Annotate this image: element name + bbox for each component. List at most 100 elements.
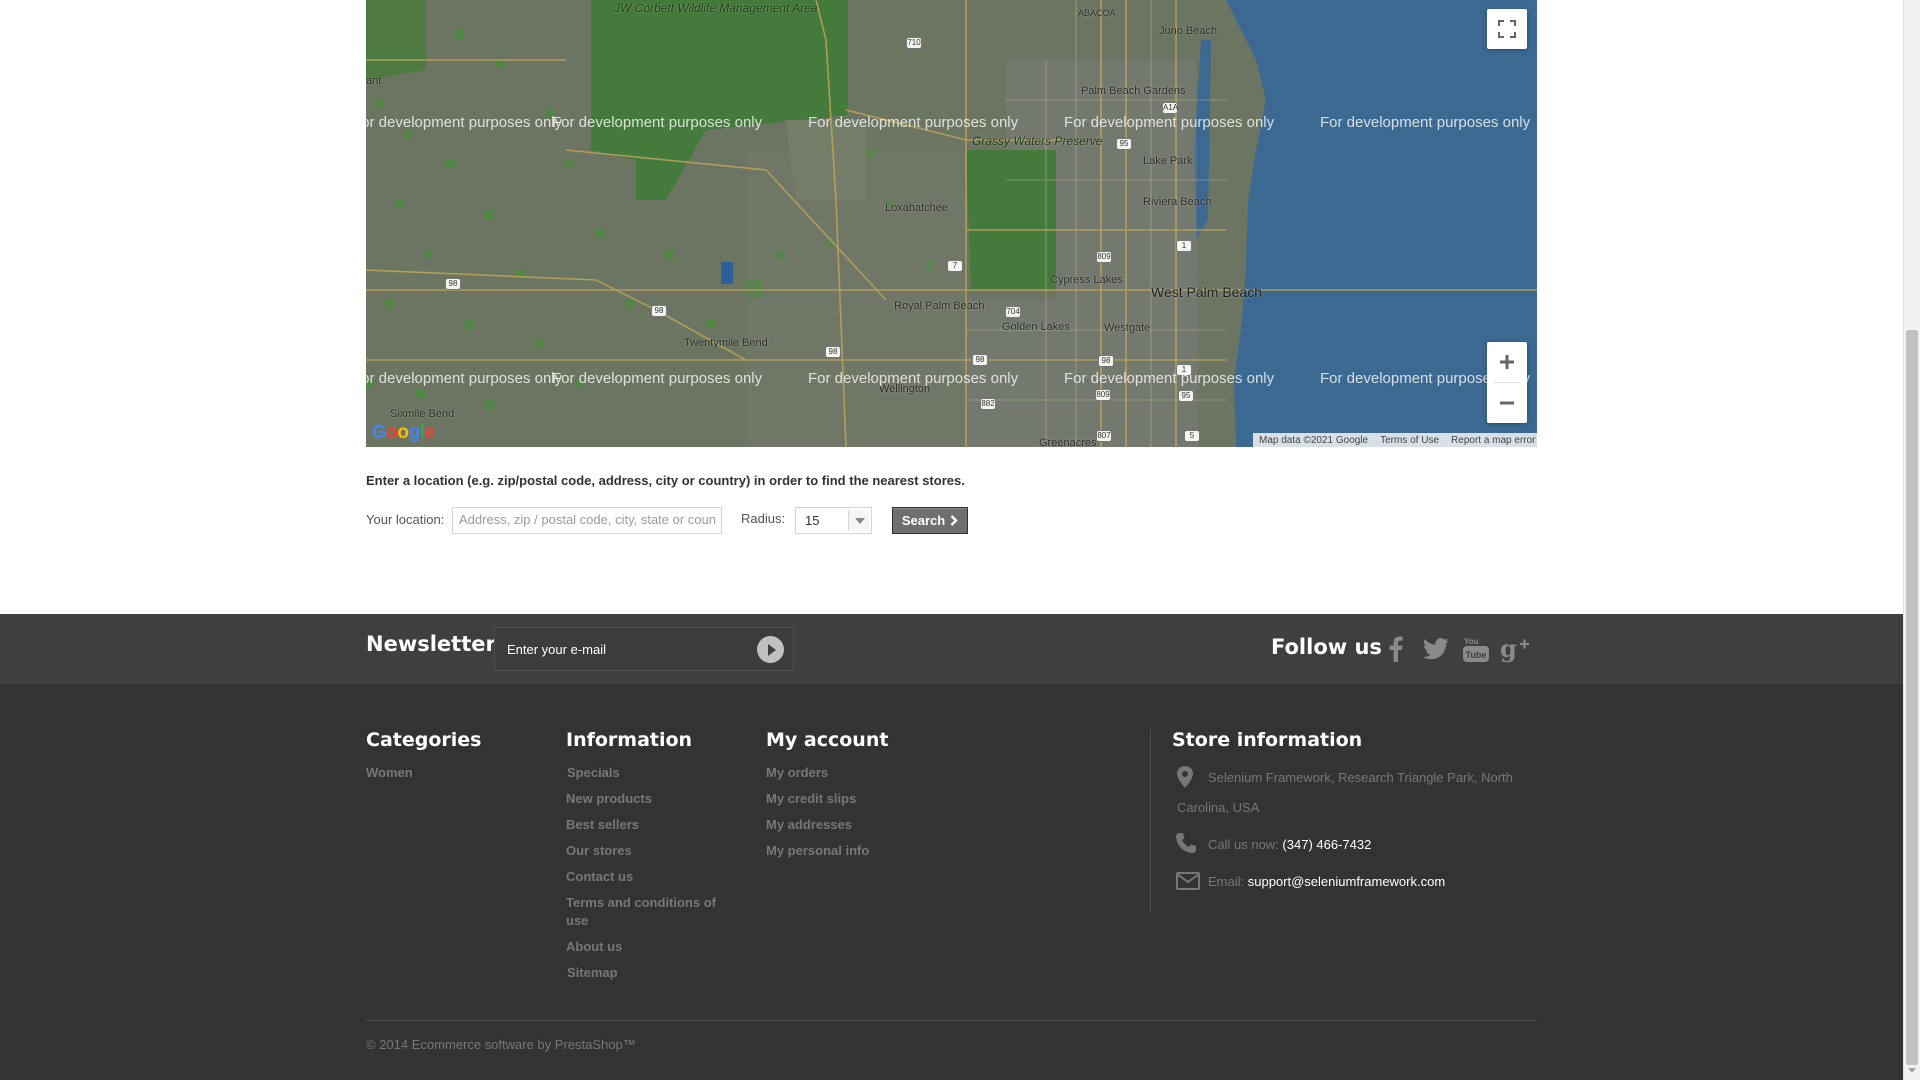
footer-link-women[interactable]: Women bbox=[366, 765, 413, 780]
newsletter-email-input[interactable]: Enter your e-mail bbox=[494, 627, 794, 671]
map-label-twentymile-bend: Twentymile Bend bbox=[684, 337, 768, 349]
footer-link-credit-slips[interactable]: My credit slips bbox=[766, 791, 856, 806]
highway-shield-icon: 98 bbox=[1098, 355, 1114, 367]
newsletter-submit-button[interactable] bbox=[757, 636, 784, 663]
my-account-title[interactable]: My account bbox=[766, 729, 888, 751]
google-logo[interactable]: Google bbox=[372, 422, 435, 444]
footer-link-our-stores[interactable]: Our stores bbox=[566, 843, 632, 858]
fullscreen-button[interactable] bbox=[1487, 9, 1527, 49]
footer-link-about-us[interactable]: About us bbox=[566, 939, 622, 954]
map-label-westgate: Westgate bbox=[1104, 322, 1151, 334]
envelope-icon bbox=[1176, 872, 1200, 890]
page-scrollbar[interactable] bbox=[1903, 0, 1920, 1080]
facebook-link[interactable] bbox=[1381, 634, 1411, 664]
phone-icon bbox=[1176, 833, 1196, 853]
footer-link-addresses[interactable]: My addresses bbox=[766, 817, 852, 832]
plus-icon bbox=[1500, 355, 1514, 369]
store-email[interactable]: support@seleniumframework.com bbox=[1248, 874, 1445, 889]
zoom-in-button[interactable] bbox=[1487, 342, 1527, 382]
footer-divider bbox=[1150, 729, 1151, 912]
dev-watermark: For development purposes only bbox=[808, 114, 1019, 131]
highway-shield-icon: 710 bbox=[906, 37, 922, 49]
youtube-icon: You Tube bbox=[1463, 637, 1489, 662]
dev-watermark: For development purposes only bbox=[552, 114, 763, 131]
google-plus-link[interactable]: g bbox=[1500, 634, 1530, 664]
highway-shield-icon: 98 bbox=[651, 305, 667, 317]
footer-link-terms-cont[interactable]: use bbox=[566, 913, 588, 928]
terms-of-use-link[interactable]: Terms of Use bbox=[1380, 435, 1439, 446]
search-button[interactable]: Search bbox=[892, 507, 968, 534]
dev-watermark: For development purposes only bbox=[1320, 114, 1531, 131]
store-address-line2: Carolina, USA bbox=[1177, 800, 1260, 815]
footer-link-contact-us[interactable]: Contact us bbox=[566, 869, 633, 884]
categories-title[interactable]: Categories bbox=[366, 729, 481, 751]
highway-shield-icon: 98 bbox=[445, 278, 461, 290]
radius-select[interactable]: 15 bbox=[795, 507, 872, 534]
scrollbar-thumb[interactable] bbox=[1906, 330, 1918, 1065]
map-label-grassy-waters: Grassy Waters Preserve bbox=[972, 134, 1103, 148]
copyright[interactable]: © 2014 Ecommerce software by PrestaShop™ bbox=[366, 1037, 636, 1052]
youtube-link[interactable]: You Tube bbox=[1461, 634, 1491, 664]
map-label-palm-beach-gardens: Palm Beach Gardens bbox=[1081, 85, 1186, 97]
highway-shield-icon: 809 bbox=[1095, 389, 1111, 401]
newsletter-band bbox=[0, 614, 1903, 684]
highway-shield-icon: 98 bbox=[825, 346, 841, 358]
store-phone[interactable]: (347) 466-7432 bbox=[1282, 837, 1371, 852]
radius-label: Radius: bbox=[741, 511, 786, 526]
map-label-sixmile-bend: Sixmile Bend bbox=[390, 408, 455, 420]
newsletter-title: Newsletter bbox=[366, 632, 496, 656]
footer-link-sitemap[interactable]: Sitemap bbox=[567, 965, 618, 980]
svg-text:Tube: Tube bbox=[1466, 650, 1487, 660]
locator-intro: Enter a location (e.g. zip/postal code, … bbox=[366, 473, 965, 488]
store-address-line1: Selenium Framework, Research Triangle Pa… bbox=[1208, 770, 1513, 785]
minus-icon bbox=[1500, 401, 1514, 405]
highway-shield-icon: 807 bbox=[1096, 430, 1112, 442]
newsletter-email-value: Enter your e-mail bbox=[507, 642, 606, 657]
map-label-cypress-lakes: Cypress Lakes bbox=[1050, 274, 1123, 286]
highway-shield-icon: 95 bbox=[1178, 390, 1194, 402]
dev-watermark: For development purposes only bbox=[366, 370, 563, 387]
highway-shield-icon: 98 bbox=[972, 354, 988, 366]
store-map[interactable]: JW Corbett Wildlife Management Area Juno… bbox=[366, 0, 1537, 447]
highway-shield-icon: A1A bbox=[1162, 102, 1179, 114]
footer-link-best-sellers[interactable]: Best sellers bbox=[566, 817, 639, 832]
map-label-loxahatchee: Loxahatchee bbox=[885, 202, 948, 214]
dev-watermark: For development purposes only bbox=[1064, 370, 1275, 387]
highway-shield-icon: 5 bbox=[1184, 430, 1200, 442]
svg-text:You: You bbox=[1464, 637, 1479, 646]
follow-us-title: Follow us bbox=[1271, 635, 1382, 659]
dev-watermark: For development purposes only bbox=[1064, 114, 1275, 131]
footer-link-personal-info[interactable]: My personal info bbox=[766, 843, 869, 858]
zoom-control bbox=[1487, 342, 1527, 423]
scroll-down-icon[interactable] bbox=[1908, 1068, 1916, 1073]
chevron-right-icon bbox=[950, 515, 958, 526]
footer-link-specials[interactable]: Specials bbox=[567, 765, 620, 780]
report-map-error-link[interactable]: Report a map error bbox=[1451, 435, 1535, 446]
search-button-label: Search bbox=[901, 513, 946, 528]
radius-value: 15 bbox=[805, 513, 820, 528]
information-title[interactable]: Information bbox=[566, 729, 692, 751]
map-label-golden-lakes: Golden Lakes bbox=[1002, 321, 1070, 333]
store-call-line: Call us now: (347) 466-7432 bbox=[1208, 830, 1371, 860]
svg-text:g: g bbox=[1500, 635, 1517, 663]
map-label-greenacres: Greenacres bbox=[1039, 437, 1097, 447]
map-data-text: Map data ©2021 Google bbox=[1259, 434, 1369, 446]
footer-link-terms[interactable]: Terms and conditions of bbox=[566, 895, 716, 910]
location-input[interactable]: Address, zip / postal code, city, state … bbox=[452, 507, 722, 534]
location-label: Your location: bbox=[366, 512, 445, 527]
map-label-grant: ant bbox=[366, 75, 382, 87]
twitter-link[interactable] bbox=[1421, 634, 1451, 664]
email-label: Email: bbox=[1208, 874, 1248, 889]
map-label-jw-corbett: JW Corbett Wildlife Management Area bbox=[614, 1, 818, 15]
highway-shield-icon: 809 bbox=[1096, 251, 1112, 263]
map-label-west-palm-beach: West Palm Beach bbox=[1151, 284, 1263, 300]
footer-link-new-products[interactable]: New products bbox=[566, 791, 652, 806]
twitter-icon bbox=[1423, 638, 1449, 660]
zoom-out-button[interactable] bbox=[1487, 383, 1527, 423]
map-label-lake-park: Lake Park bbox=[1143, 155, 1193, 167]
highway-shield-icon: 7 bbox=[947, 260, 963, 272]
location-placeholder: Address, zip / postal code, city, state … bbox=[459, 512, 716, 527]
footer-rule bbox=[366, 1020, 1537, 1021]
map-label-abacoa: ABACOA bbox=[1078, 8, 1116, 18]
footer-link-my-orders[interactable]: My orders bbox=[766, 765, 828, 780]
